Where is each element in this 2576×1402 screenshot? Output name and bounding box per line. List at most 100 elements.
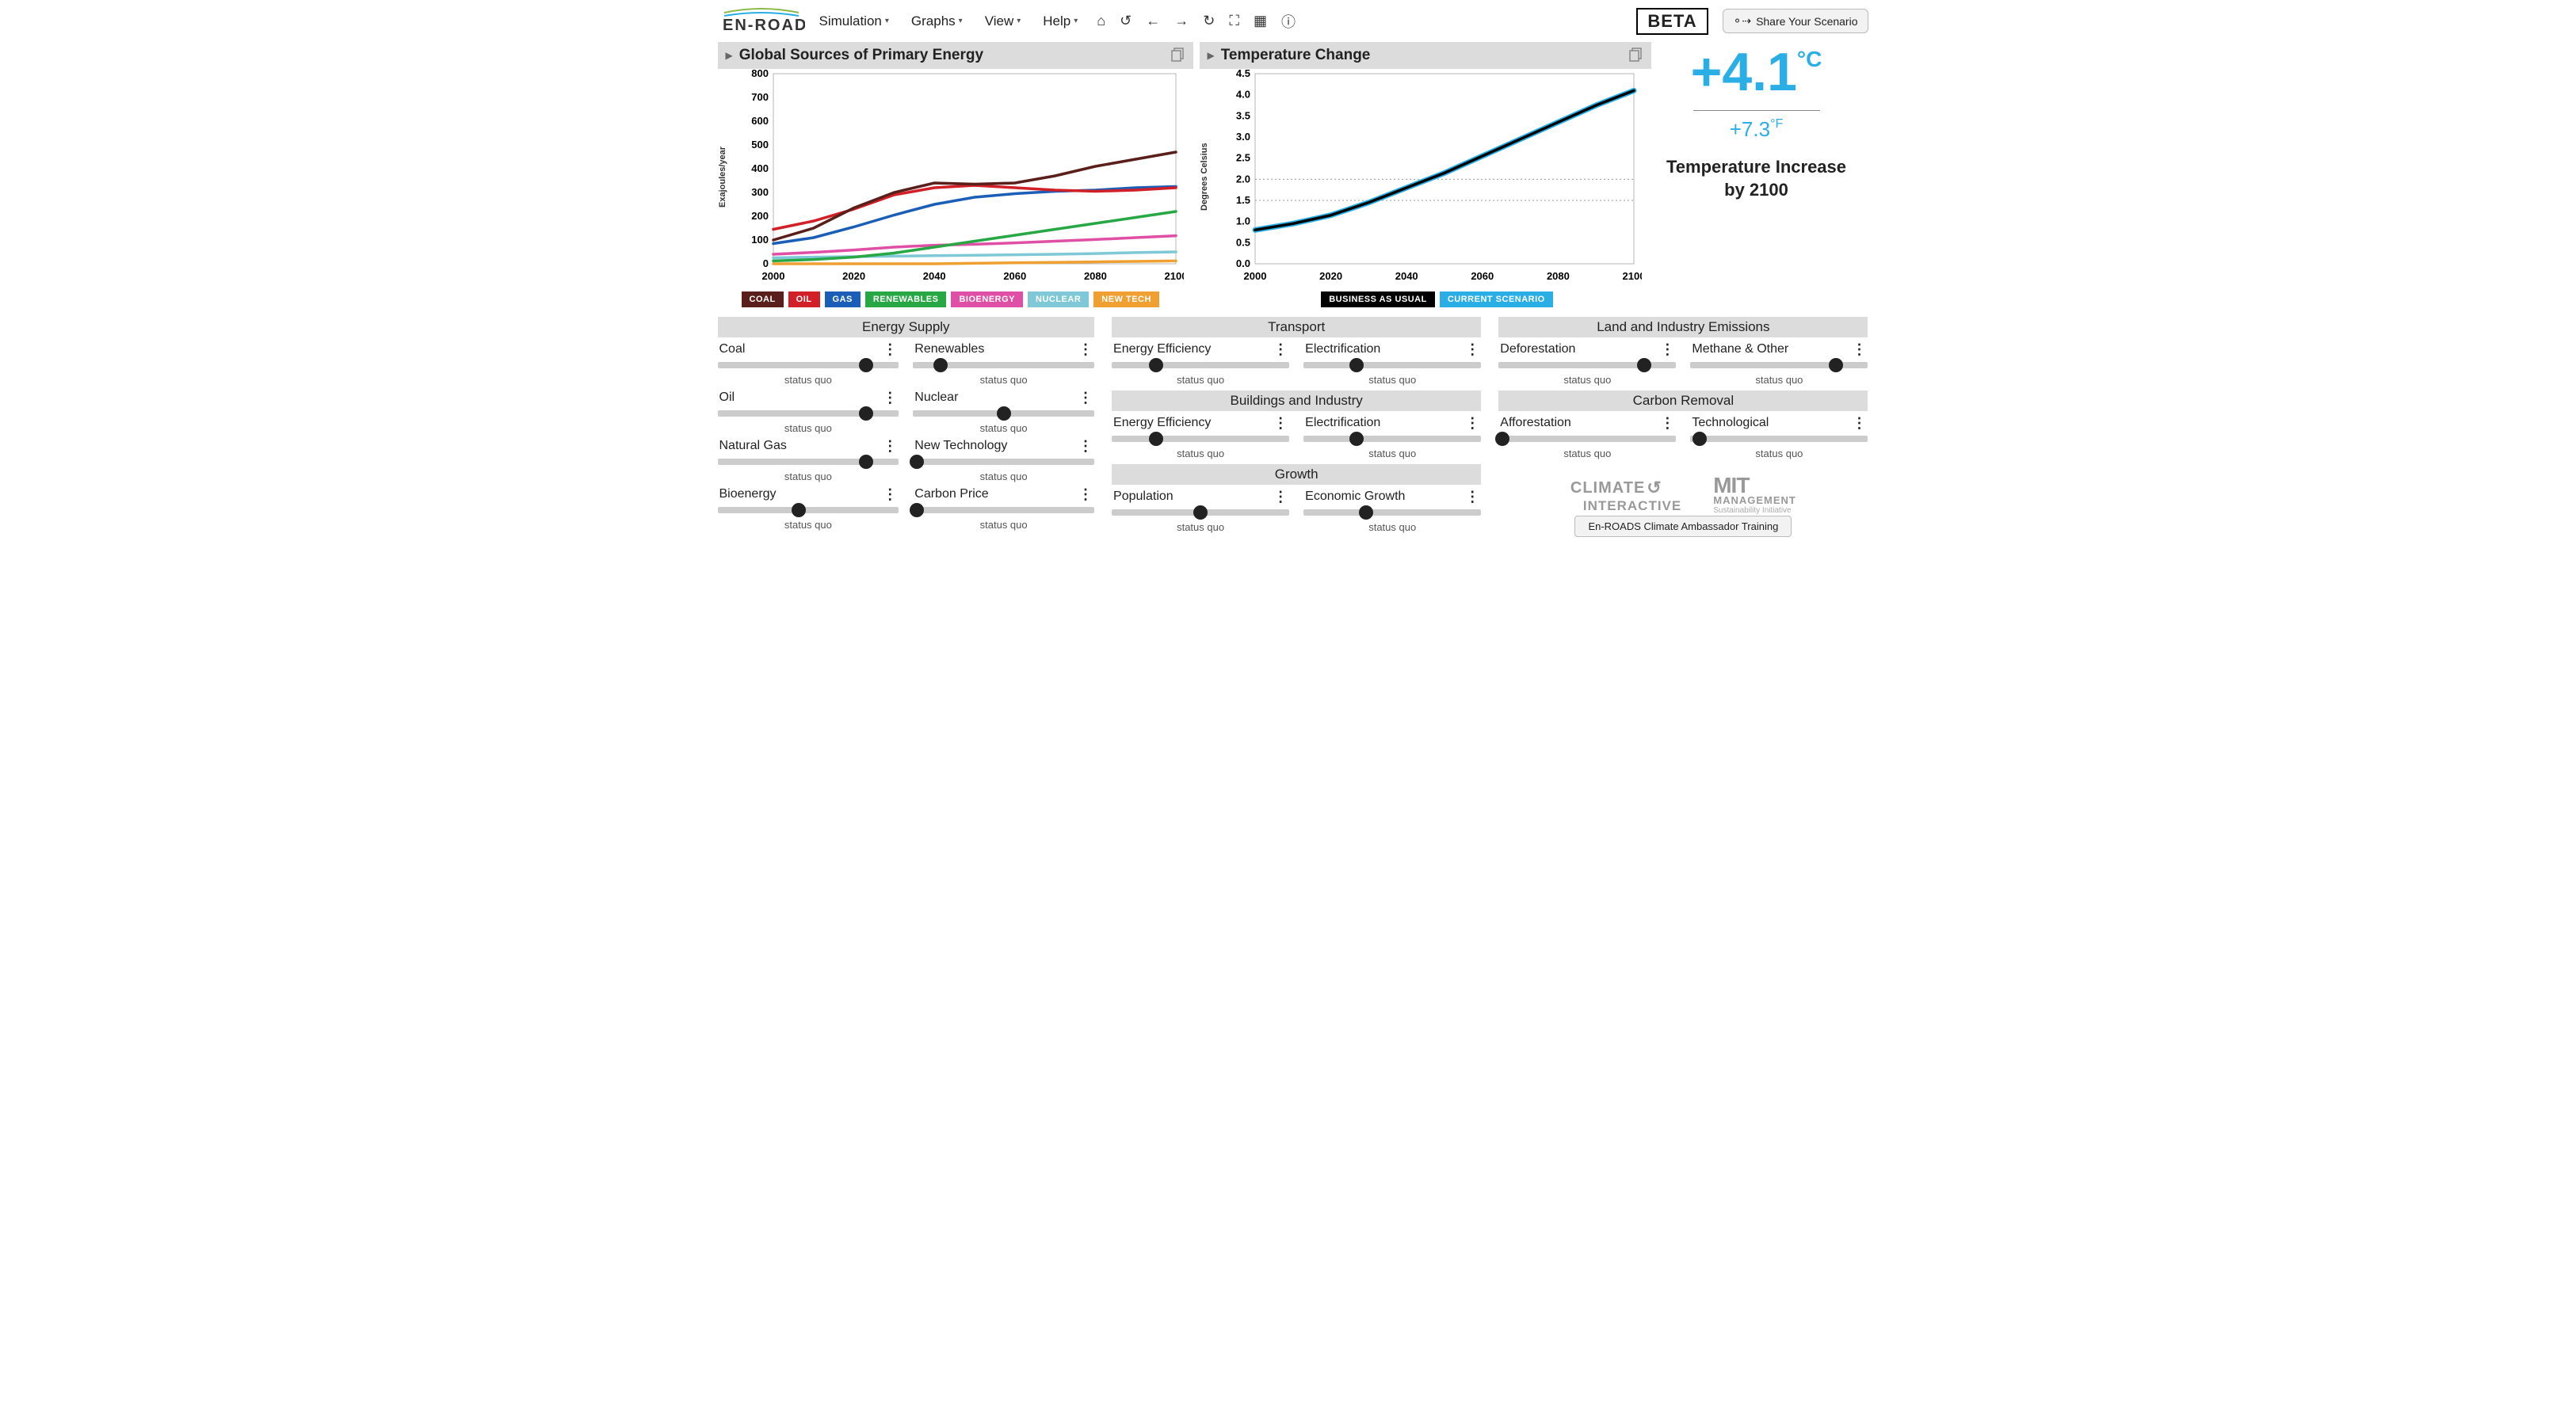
legend-item[interactable]: COAL	[742, 291, 784, 307]
copy-icon[interactable]	[1629, 48, 1643, 64]
refresh-icon[interactable]: ↻	[1203, 13, 1215, 29]
legend-item[interactable]: CURRENT SCENARIO	[1440, 291, 1553, 307]
y-axis-label: Exajoules/year	[718, 69, 732, 285]
chart-legend: COALOIL GASRENEWABLESBIOENERGY NUCLEARNEW …	[742, 291, 1193, 307]
slider-label: Carbon Price	[914, 487, 988, 501]
more-options-icon[interactable]: ⋮	[1465, 342, 1479, 356]
slider-bioenergy: Bioenergy ⋮ status quo	[718, 487, 899, 531]
slider-track[interactable]	[1112, 432, 1289, 446]
expand-icon[interactable]: ▶	[1208, 50, 1215, 61]
slider-status: status quo	[913, 519, 1094, 531]
slider-track[interactable]	[1303, 358, 1481, 372]
more-options-icon[interactable]: ⋮	[883, 342, 897, 356]
chart-svg: 0100200300400500600700800200020202040206…	[732, 69, 1184, 283]
back-icon[interactable]: ←	[1146, 13, 1160, 29]
slider-status: status quo	[718, 519, 899, 531]
slider-track[interactable]	[1690, 358, 1868, 372]
more-options-icon[interactable]: ⋮	[1660, 416, 1674, 430]
menu-simulation[interactable]: Simulation	[819, 13, 889, 29]
fullscreen-icon[interactable]: ⛶	[1229, 13, 1239, 29]
forward-icon[interactable]: →	[1174, 13, 1189, 29]
menu-view[interactable]: View	[985, 13, 1021, 29]
slider-track[interactable]	[1112, 505, 1289, 520]
more-options-icon[interactable]: ⋮	[1852, 416, 1866, 430]
menu-help[interactable]: Help	[1043, 13, 1078, 29]
svg-text:2.5: 2.5	[1235, 152, 1250, 164]
svg-text:0.5: 0.5	[1235, 236, 1250, 248]
slider-afforestation: Afforestation ⋮ status quo	[1498, 416, 1676, 459]
more-options-icon[interactable]: ⋮	[883, 439, 897, 453]
slider-track[interactable]	[1303, 505, 1481, 520]
slider-track[interactable]	[1303, 432, 1481, 446]
chart-title: Temperature Change	[1221, 47, 1371, 64]
svg-text:4.0: 4.0	[1235, 89, 1250, 101]
slider-track[interactable]	[913, 406, 1094, 421]
col-middle: Transport Energy Efficiency ⋮ status quo…	[1112, 317, 1481, 533]
section-header: Carbon Removal	[1498, 391, 1868, 411]
legend-item[interactable]: RENEWABLES	[865, 291, 947, 307]
slider-track[interactable]	[913, 358, 1094, 372]
ambassador-training-link[interactable]: En-ROADS Climate Ambassador Training	[1574, 516, 1792, 537]
menu-graphs[interactable]: Graphs	[911, 13, 963, 29]
slider-methane-other: Methane & Other ⋮ status quo	[1690, 342, 1868, 386]
svg-text:3.5: 3.5	[1235, 109, 1250, 121]
svg-text:0: 0	[762, 257, 768, 269]
svg-text:3.0: 3.0	[1235, 131, 1250, 143]
slider-label: Energy Efficiency	[1113, 416, 1211, 430]
slider-grid: Energy Efficiency ⋮ status quo Electrifi…	[1112, 342, 1481, 386]
temp-fahrenheit-unit: °F	[1770, 117, 1783, 131]
slider-status: status quo	[1303, 448, 1481, 459]
more-options-icon[interactable]: ⋮	[1465, 416, 1479, 430]
legend-item[interactable]: GAS	[825, 291, 861, 307]
more-options-icon[interactable]: ⋮	[883, 487, 897, 501]
slider-track[interactable]	[1498, 432, 1676, 446]
more-options-icon[interactable]: ⋮	[1078, 391, 1093, 405]
expand-icon[interactable]: ▶	[726, 50, 733, 61]
share-button[interactable]: ⚬⇢ Share Your Scenario	[1723, 9, 1868, 33]
slider-label: Renewables	[914, 342, 984, 356]
legend-item[interactable]: BIOENERGY	[951, 291, 1023, 307]
slider-track[interactable]	[718, 455, 899, 469]
more-options-icon[interactable]: ⋮	[1273, 416, 1288, 430]
more-options-icon[interactable]: ⋮	[1078, 439, 1093, 453]
slider-label: Oil	[719, 391, 735, 405]
slider-track[interactable]	[913, 455, 1094, 469]
slider-status: status quo	[718, 422, 899, 434]
home-icon[interactable]: ⌂	[1097, 13, 1105, 29]
copy-icon[interactable]	[1171, 48, 1185, 64]
slider-track[interactable]	[718, 503, 899, 517]
more-options-icon[interactable]: ⋮	[1852, 342, 1866, 356]
svg-text:EN-ROADS: EN-ROADS	[723, 17, 805, 33]
slider-oil: Oil ⋮ status quo	[718, 391, 899, 434]
slider-label: Economic Growth	[1305, 490, 1405, 504]
more-options-icon[interactable]: ⋮	[1078, 342, 1093, 356]
col-right: Land and Industry Emissions Deforestatio…	[1498, 317, 1868, 532]
legend-item[interactable]: OIL	[788, 291, 820, 307]
more-options-icon[interactable]: ⋮	[1660, 342, 1674, 356]
legend-item[interactable]: NUCLEAR	[1028, 291, 1089, 307]
grid-icon[interactable]: ▦	[1254, 13, 1267, 29]
svg-text:600: 600	[751, 115, 769, 127]
undo-icon[interactable]: ↺	[1120, 13, 1132, 29]
svg-text:500: 500	[751, 139, 769, 150]
slider-track[interactable]	[1112, 358, 1289, 372]
slider-track[interactable]	[913, 503, 1094, 517]
slider-status: status quo	[913, 422, 1094, 434]
legend-item[interactable]: BUSINESS AS USUAL	[1321, 291, 1435, 307]
slider-track[interactable]	[1498, 358, 1676, 372]
slider-track[interactable]	[718, 358, 899, 372]
slider-status: status quo	[1690, 374, 1868, 386]
more-options-icon[interactable]: ⋮	[1465, 490, 1479, 504]
slider-track[interactable]	[1690, 432, 1868, 446]
share-icon: ⚬⇢	[1733, 14, 1751, 28]
more-options-icon[interactable]: ⋮	[1273, 342, 1288, 356]
more-options-icon[interactable]: ⋮	[1078, 487, 1093, 501]
info-icon[interactable]: ⓘ	[1281, 11, 1296, 32]
svg-text:4.5: 4.5	[1235, 69, 1250, 79]
svg-text:2100: 2100	[1622, 270, 1641, 282]
legend-item[interactable]: NEW TECH	[1093, 291, 1159, 307]
more-options-icon[interactable]: ⋮	[1273, 490, 1288, 504]
slider-track[interactable]	[718, 406, 899, 421]
slider-natural-gas: Natural Gas ⋮ status quo	[718, 439, 899, 482]
more-options-icon[interactable]: ⋮	[883, 391, 897, 405]
